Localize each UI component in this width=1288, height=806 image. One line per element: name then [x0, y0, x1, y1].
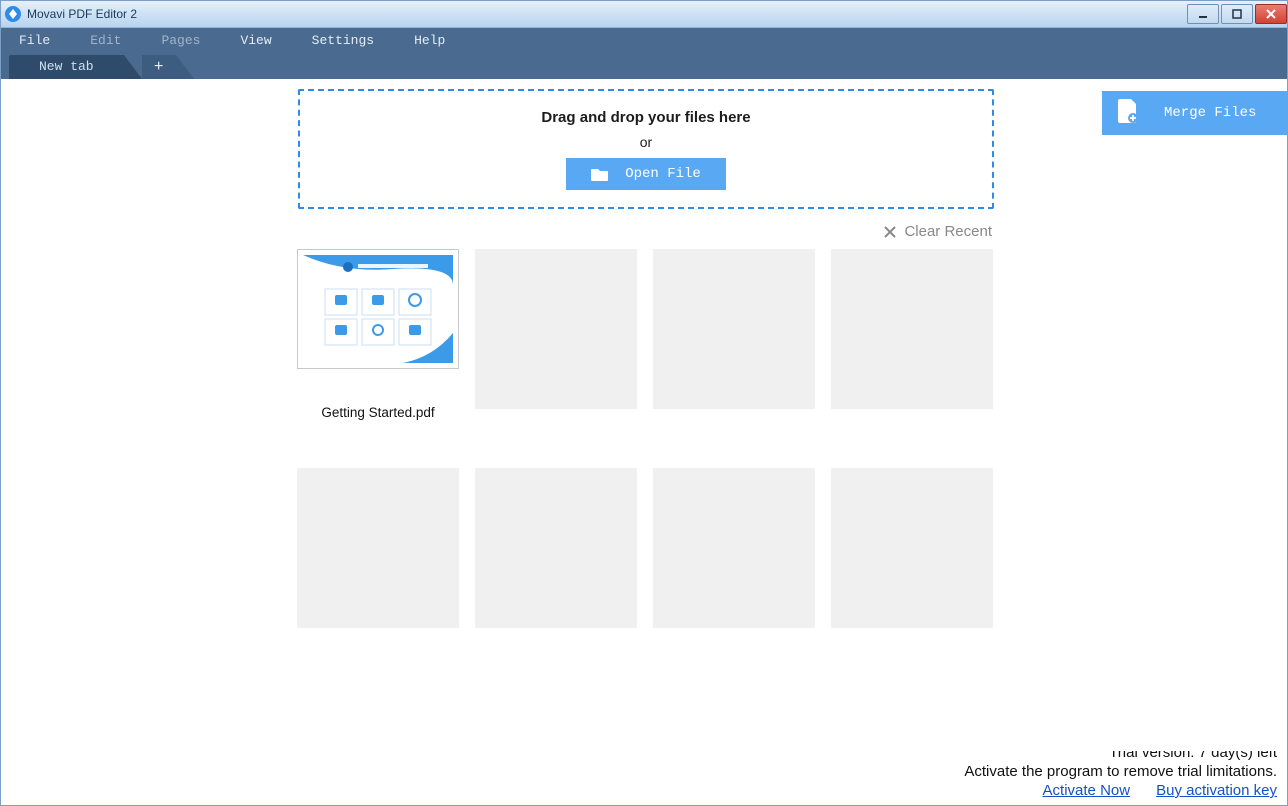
recent-empty-slot — [653, 249, 815, 409]
window-title: Movavi PDF Editor 2 — [27, 7, 137, 21]
app-icon — [5, 6, 21, 22]
menu-file[interactable]: File — [19, 33, 50, 48]
menu-pages: Pages — [161, 33, 200, 48]
clear-recent-label: Clear Recent — [904, 223, 992, 240]
tab-label: New tab — [39, 59, 94, 74]
menu-settings[interactable]: Settings — [312, 33, 374, 48]
recent-empty-slot — [831, 249, 993, 409]
activate-now-link[interactable]: Activate Now — [1043, 782, 1131, 799]
recent-filename: Getting Started.pdf — [297, 405, 459, 420]
tab-new[interactable]: New tab — [9, 55, 124, 79]
merge-files-label: Merge Files — [1164, 105, 1256, 121]
trial-message: Activate the program to remove trial lim… — [964, 763, 1277, 780]
recent-empty-slot — [475, 249, 637, 409]
menu-edit: Edit — [90, 33, 121, 48]
drop-heading: Drag and drop your files here — [541, 109, 750, 126]
recent-empty-slot — [475, 468, 637, 628]
window-controls — [1185, 4, 1287, 24]
menu-bar: File Edit Pages View Settings Help — [1, 28, 1287, 53]
folder-icon — [591, 167, 609, 181]
plus-icon: + — [154, 58, 163, 76]
maximize-button[interactable] — [1221, 4, 1253, 24]
close-icon — [884, 226, 896, 238]
title-bar: Movavi PDF Editor 2 — [1, 1, 1287, 28]
add-tab-button[interactable]: + — [142, 55, 176, 79]
buy-activation-key-link[interactable]: Buy activation key — [1156, 782, 1277, 799]
open-file-label: Open File — [625, 166, 701, 182]
menu-help[interactable]: Help — [414, 33, 445, 48]
content-area: Drag and drop your files here or Open Fi… — [1, 79, 1287, 751]
recent-grid: Getting Started.pdf — [297, 249, 997, 628]
clear-recent-button[interactable]: Clear Recent — [884, 223, 992, 240]
minimize-button[interactable] — [1187, 4, 1219, 24]
recent-item[interactable]: Getting Started.pdf — [297, 249, 459, 420]
file-plus-icon — [1118, 99, 1138, 128]
drop-zone[interactable]: Drag and drop your files here or Open Fi… — [298, 89, 994, 209]
recent-empty-slot — [297, 468, 459, 628]
recent-empty-slot — [831, 468, 993, 628]
merge-files-button[interactable]: Merge Files — [1102, 91, 1287, 135]
recent-thumbnail[interactable] — [297, 249, 459, 369]
recent-empty-slot — [653, 468, 815, 628]
trial-footer: Trial version: 7 day(s) left Activate th… — [1, 751, 1287, 805]
open-file-button[interactable]: Open File — [566, 158, 726, 190]
tab-strip: New tab + — [1, 53, 1287, 79]
close-button[interactable] — [1255, 4, 1287, 24]
menu-view[interactable]: View — [240, 33, 271, 48]
drop-or: or — [640, 134, 652, 150]
